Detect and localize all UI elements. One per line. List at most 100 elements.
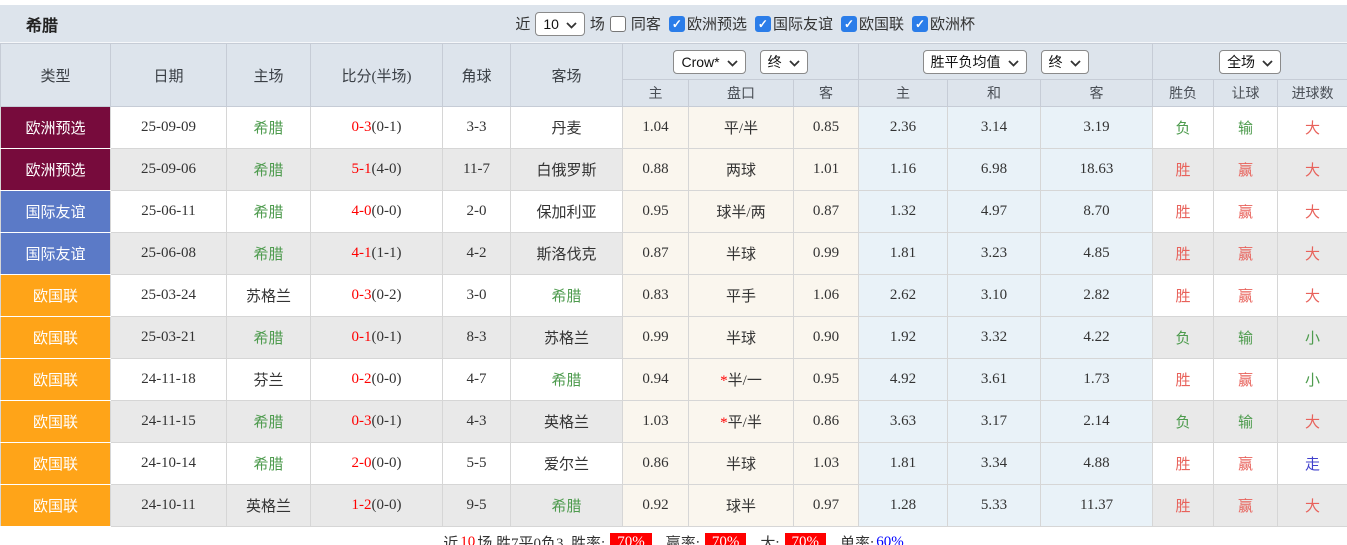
same-away-label: 同客 [630,17,661,33]
cell-corners: 4-7 [442,358,511,401]
chevron-down-icon [788,54,800,70]
cell-handicap: 平/半 [688,106,794,149]
table-row: 欧国联 25-03-21 希腊 0-1(0-1) 8-3 苏格兰 0.99 半球 0.90 1.9… [0,316,1347,359]
cell-away-team: 爱尔兰 [510,442,623,485]
cell-score: 0-3(0-2) [310,274,443,317]
cell-odds-away: 0.97 [792,484,860,527]
same-away-checkbox[interactable] [609,15,626,32]
recent-label: 近 [515,17,531,33]
cell-result-wdl: 胜 [1152,148,1215,191]
cell-odds-away: 1.01 [792,148,860,191]
cell-corners: 2-0 [442,190,511,233]
cell-result-wdl: 负 [1152,106,1215,149]
cell-avg-draw: 5.33 [947,484,1042,527]
cell-corners: 3-0 [442,274,511,317]
chevron-down-icon [726,54,738,70]
subcol-avg-away: 客 [1040,79,1154,107]
cell-result-wdl: 胜 [1152,190,1215,233]
cell-result-wdl: 胜 [1152,232,1215,275]
recent-count-select[interactable]: 10 [535,11,585,36]
cell-result-goals: 大 [1277,148,1347,191]
table-row: 欧国联 24-10-14 希腊 2-0(0-0) 5-5 爱尔兰 0.86 半球 1.03 1.8… [0,442,1347,485]
handicap-rate-badge: 70% [704,532,747,545]
euro-qualifier-checkbox[interactable]: ✓ [668,15,685,32]
cell-result-goals: 小 [1277,358,1347,401]
filter-controls: 近 10 场 同客 ✓ 欧洲预选 ✓ 国际友谊 ✓ 欧国联 ✓ 欧洲杯 [515,11,975,36]
cell-odds-away: 0.90 [792,316,860,359]
cell-date: 25-03-24 [110,274,227,317]
filter-item-euro-qualifier: ✓ 欧洲预选 [668,13,747,34]
handicap-rate-label: 赢率: [665,535,700,545]
cell-date: 25-06-11 [110,190,227,233]
table-row: 国际友谊 25-06-08 希腊 4-1(1-1) 4-2 斯洛伐克 0.87 半球 0.99 1… [0,232,1347,275]
cell-odds-home: 0.86 [622,442,689,485]
subcol-result-wdl: 胜负 [1152,79,1215,107]
cell-result-goals: 小 [1277,316,1347,359]
cell-avg-away: 2.14 [1040,400,1154,443]
team-header-bar: 希腊 近 10 场 同客 ✓ 欧洲预选 ✓ 国际友谊 ✓ 欧国联 ✓ 欧洲杯 [0,5,1347,43]
cell-avg-home: 2.62 [858,274,949,317]
avg-type-select[interactable]: 胜平负均值 [922,49,1027,74]
avg-type-value: 胜平负均值 [930,53,1001,70]
cell-avg-draw: 4.97 [947,190,1042,233]
cell-score: 2-0(0-0) [310,442,443,485]
euro-cup-checkbox[interactable]: ✓ [911,15,928,32]
nations-league-checkbox[interactable]: ✓ [840,15,857,32]
cell-avg-away: 4.85 [1040,232,1154,275]
cell-odds-away: 0.95 [792,358,860,401]
cell-handicap: 半球 [688,232,794,275]
cell-result-handicap: 赢 [1213,358,1279,401]
cell-result-wdl: 负 [1152,400,1215,443]
cell-avg-draw: 3.10 [947,274,1042,317]
cell-score: 4-0(0-0) [310,190,443,233]
cell-odds-away: 0.99 [792,232,860,275]
cell-avg-draw: 3.61 [947,358,1042,401]
euro-cup-label: 欧洲杯 [929,17,975,33]
league-type-badge: 欧洲预选 [0,148,111,191]
filter-item-nations-league: ✓ 欧国联 [840,13,904,34]
cell-result-wdl: 胜 [1152,358,1215,401]
cell-corners: 8-3 [442,316,511,359]
cell-avg-draw: 3.32 [947,316,1042,359]
cell-score: 0-3(0-1) [310,106,443,149]
cell-handicap: *半/一 [688,358,794,401]
cell-date: 25-06-08 [110,232,227,275]
friendly-checkbox[interactable]: ✓ [754,15,771,32]
cell-avg-home: 1.28 [858,484,949,527]
table-row: 欧洲预选 25-09-06 希腊 5-1(4-0) 11-7 白俄罗斯 0.88 两球 1.01… [0,148,1347,191]
cell-handicap: 半球 [688,442,794,485]
scope-value: 全场 [1227,53,1256,70]
cell-odds-home: 0.87 [622,232,689,275]
table-row: 欧国联 25-03-24 苏格兰 0-3(0-2) 3-0 希腊 0.83 平手 1.06 2.6… [0,274,1347,317]
league-type-badge: 欧国联 [0,484,111,527]
cell-avg-away: 4.88 [1040,442,1154,485]
cell-away-team: 希腊 [510,358,623,401]
cell-avg-draw: 3.34 [947,442,1042,485]
cell-odds-away: 0.86 [792,400,860,443]
subcol-result-handicap: 让球 [1213,79,1279,107]
cell-odds-home: 0.92 [622,484,689,527]
league-type-badge: 欧国联 [0,400,111,443]
cell-result-handicap: 赢 [1213,484,1279,527]
cell-date: 24-11-15 [110,400,227,443]
cell-avg-draw: 3.17 [947,400,1042,443]
cell-home-team: 希腊 [226,316,311,359]
cell-result-goals: 大 [1277,232,1347,275]
cell-avg-draw: 6.98 [947,148,1042,191]
avg-time-select[interactable]: 终 [1040,49,1089,74]
result-group-header: 全场 [1152,43,1347,80]
subcol-odds-away: 客 [792,79,860,107]
odds-time-select[interactable]: 终 [759,49,808,74]
cell-score: 4-1(1-1) [310,232,443,275]
cell-home-team: 希腊 [226,400,311,443]
scope-select[interactable]: 全场 [1219,49,1282,74]
chevron-down-icon [1007,54,1019,70]
cell-date: 25-03-21 [110,316,227,359]
cell-corners: 4-3 [442,400,511,443]
cell-date: 24-10-11 [110,484,227,527]
cell-score: 0-1(0-1) [310,316,443,359]
filter-item-euro-cup: ✓ 欧洲杯 [911,13,975,34]
odds-company-select[interactable]: Crow* [673,49,746,74]
summary-record-text: 场,胜7平0负3, 胜率: [477,535,606,545]
cell-result-handicap: 赢 [1213,232,1279,275]
